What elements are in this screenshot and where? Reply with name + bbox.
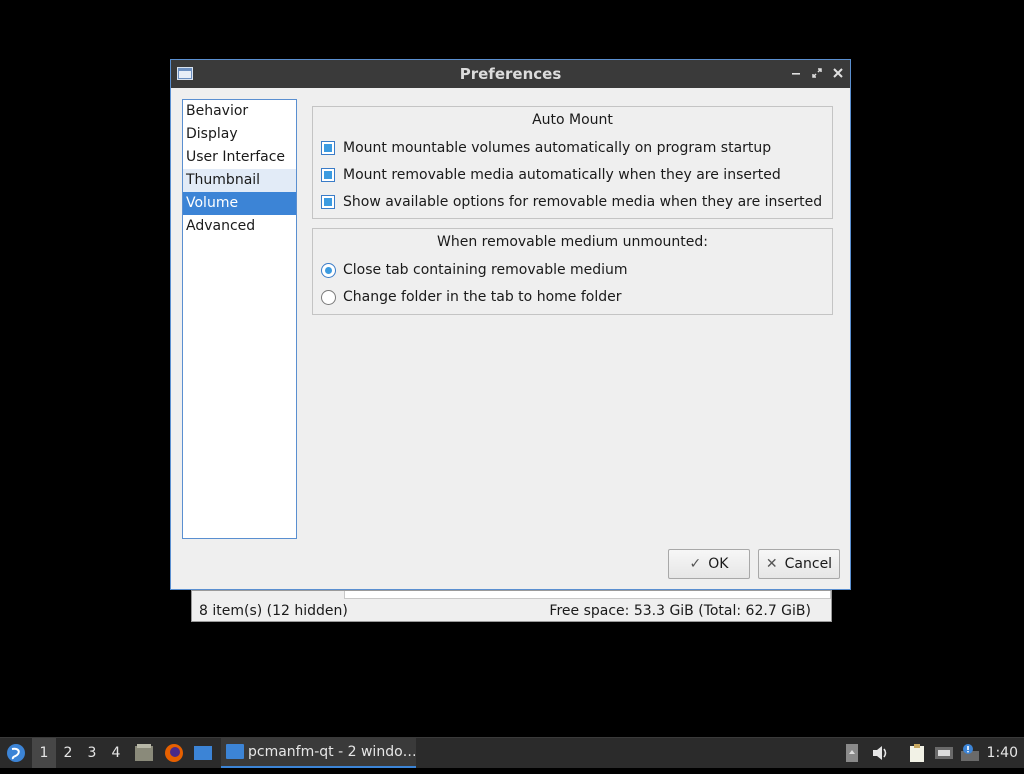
change-folder-radio[interactable]: [321, 290, 336, 305]
network-icon[interactable]: [933, 738, 955, 768]
auto-mount-title: Auto Mount: [532, 112, 613, 128]
checkmark-icon: ✓: [689, 556, 702, 572]
folder-icon: [226, 744, 244, 759]
change-folder-label: Change folder in the tab to home folder: [343, 289, 622, 305]
task-label: pcmanfm-qt - 2 windo…: [248, 744, 417, 760]
unmount-title: When removable medium unmounted:: [436, 234, 708, 250]
category-advanced[interactable]: Advanced: [183, 215, 296, 238]
ok-button[interactable]: ✓ OK: [668, 549, 750, 579]
clipboard-icon[interactable]: [906, 738, 928, 768]
show-desktop-icon[interactable]: [192, 738, 214, 768]
close-tab-label: Close tab containing removable medium: [343, 262, 628, 278]
category-thumbnail[interactable]: Thumbnail: [183, 169, 296, 192]
file-manager-status-bar: 8 item(s) (12 hidden) Free space: 53.3 G…: [191, 590, 832, 622]
free-space-text: Free space: 53.3 GiB (Total: 62.7 GiB): [549, 603, 811, 619]
cross-icon: ✕: [765, 556, 778, 572]
show-options-checkbox[interactable]: [321, 195, 335, 209]
close-tab-radio[interactable]: [321, 263, 336, 278]
volume-icon[interactable]: [870, 738, 892, 768]
cancel-button[interactable]: ✕ Cancel: [758, 549, 840, 579]
notification-icon[interactable]: [958, 738, 982, 768]
workspace-3[interactable]: 3: [80, 738, 104, 768]
ok-label: OK: [708, 556, 729, 572]
item-count-text: 8 item(s) (12 hidden): [199, 603, 348, 619]
taskbar: 1 2 3 4 pcmanfm-qt - 2 windo… 1:40: [0, 737, 1024, 768]
minimize-icon[interactable]: [788, 65, 804, 81]
file-manager-launcher-icon[interactable]: [133, 738, 155, 768]
start-menu-icon[interactable]: [4, 738, 28, 768]
task-pcmanfm[interactable]: pcmanfm-qt - 2 windo…: [221, 738, 417, 768]
auto-mount-inserted-label: Mount removable media automatically when…: [343, 167, 781, 183]
firefox-icon[interactable]: [163, 738, 185, 768]
workspace-1[interactable]: 1: [32, 738, 56, 768]
workspace-2[interactable]: 2: [56, 738, 80, 768]
file-manager-view-edge: [344, 591, 831, 599]
dialog-title: Preferences: [459, 65, 562, 83]
category-display[interactable]: Display: [183, 123, 296, 146]
workspace-4[interactable]: 4: [104, 738, 128, 768]
category-list: Behavior Display User Interface Thumbnai…: [182, 99, 297, 539]
preferences-dialog: Preferences Behavior Display User Interf…: [170, 59, 851, 590]
maximize-icon[interactable]: [809, 65, 825, 81]
removable-media-icon[interactable]: [843, 738, 861, 768]
show-options-label: Show available options for removable med…: [343, 194, 823, 210]
auto-mount-inserted-checkbox[interactable]: [321, 168, 335, 182]
close-icon[interactable]: [830, 65, 846, 81]
category-behavior[interactable]: Behavior: [183, 100, 296, 123]
category-volume[interactable]: Volume: [183, 192, 296, 215]
cancel-label: Cancel: [784, 556, 833, 572]
auto-mount-startup-checkbox[interactable]: [321, 141, 335, 155]
category-user-interface[interactable]: User Interface: [183, 146, 296, 169]
unmount-group: When removable medium unmounted: Close t…: [312, 228, 833, 315]
auto-mount-startup-label: Mount mountable volumes automatically on…: [343, 140, 772, 156]
clock[interactable]: 1:40: [987, 738, 1018, 768]
auto-mount-group: Auto Mount Mount mountable volumes autom…: [312, 106, 833, 219]
dialog-titlebar[interactable]: Preferences: [171, 60, 850, 88]
